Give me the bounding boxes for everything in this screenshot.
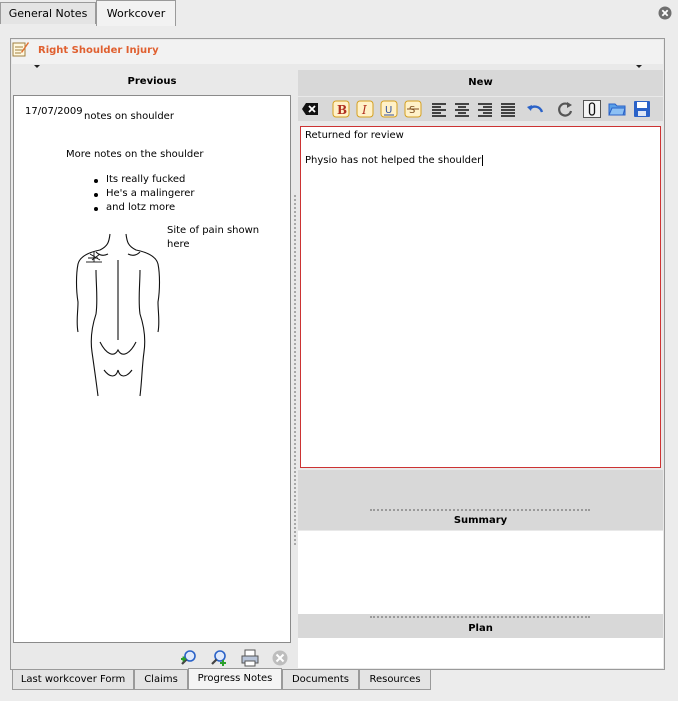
zoom-out-icon[interactable] — [210, 649, 228, 667]
note-pad-icon — [12, 40, 30, 58]
justify-icon[interactable] — [499, 100, 517, 118]
pain-site-text-2: here — [167, 239, 190, 250]
attach-icon[interactable] — [583, 100, 601, 118]
align-right-icon[interactable] — [476, 100, 494, 118]
svg-text:S: S — [409, 105, 415, 116]
previous-bullet-list: Its really fucked He's a malingerer and … — [92, 173, 195, 215]
refresh-icon[interactable] — [556, 100, 574, 118]
new-note-editor[interactable]: Returned for review Physio has not helpe… — [300, 126, 661, 468]
editor-toolbar: B I U S — [298, 97, 663, 121]
svg-text:U: U — [385, 105, 392, 116]
summary-field[interactable] — [298, 531, 663, 614]
previous-toolbar — [12, 645, 292, 669]
clear-format-icon[interactable] — [302, 100, 320, 118]
align-center-icon[interactable] — [453, 100, 471, 118]
body-back-sketch — [70, 230, 165, 400]
previous-notes-box: 17/07/2009 notes on shoulder More notes … — [13, 95, 291, 643]
close-tab-icon[interactable] — [658, 6, 672, 20]
tab-progress-notes-label: Progress Notes — [197, 673, 273, 684]
align-left-icon[interactable] — [430, 100, 448, 118]
previous-date: 17/07/2009 — [25, 106, 83, 117]
editor-resize-area — [298, 470, 663, 512]
strikethrough-icon[interactable]: S — [404, 100, 422, 118]
tab-documents-label: Documents — [291, 674, 350, 685]
tab-last-workcover-form[interactable]: Last workcover Form — [12, 670, 134, 690]
cancel-icon[interactable] — [271, 649, 289, 667]
pain-site-text-1: Site of pain shown — [167, 225, 260, 236]
tab-claims-label: Claims — [144, 674, 178, 685]
zoom-in-icon[interactable] — [180, 649, 198, 667]
tab-documents[interactable]: Documents — [282, 670, 359, 690]
list-item: Its really fucked — [92, 173, 195, 187]
svg-text:B: B — [337, 103, 347, 117]
summary-header: Summary — [298, 512, 663, 530]
print-icon[interactable] — [241, 649, 259, 667]
list-item: and lotz more — [92, 201, 195, 215]
new-header: New — [298, 70, 663, 96]
save-icon[interactable] — [633, 100, 651, 118]
underline-icon[interactable]: U — [380, 100, 398, 118]
tab-workcover-label: Workcover — [106, 7, 166, 20]
list-item: He's a malingerer — [92, 187, 195, 201]
svg-text:I: I — [361, 103, 367, 117]
plan-field[interactable] — [298, 638, 663, 668]
previous-line-1: notes on shoulder — [84, 111, 174, 122]
previous-line-2: More notes on the shoulder — [66, 149, 204, 160]
italic-icon[interactable]: I — [356, 100, 374, 118]
collapse-right-icon[interactable] — [636, 65, 642, 68]
tab-workcover[interactable]: Workcover — [96, 0, 176, 26]
plan-drag-handle[interactable] — [370, 616, 590, 618]
plan-header: Plan — [468, 623, 493, 634]
tab-resources-label: Resources — [369, 674, 421, 685]
tab-general-notes[interactable]: General Notes — [0, 2, 96, 24]
top-tab-bar: General Notes Workcover — [0, 0, 678, 26]
new-note-line-1: Returned for review — [305, 130, 404, 141]
bold-icon[interactable]: B — [332, 100, 350, 118]
open-folder-icon[interactable] — [608, 100, 626, 118]
tab-progress-notes[interactable]: Progress Notes — [188, 668, 282, 690]
tab-resources[interactable]: Resources — [359, 670, 431, 690]
tab-general-notes-label: General Notes — [8, 7, 88, 20]
new-note-line-2: Physio has not helped the shoulder — [305, 155, 484, 166]
tab-claims[interactable]: Claims — [134, 670, 188, 690]
summary-drag-handle[interactable] — [370, 509, 590, 511]
previous-header: Previous — [127, 76, 177, 87]
collapse-left-icon[interactable] — [34, 65, 40, 68]
tab-last-workcover-form-label: Last workcover Form — [20, 674, 126, 685]
undo-icon[interactable] — [526, 100, 544, 118]
injury-title: Right Shoulder Injury — [38, 45, 159, 56]
